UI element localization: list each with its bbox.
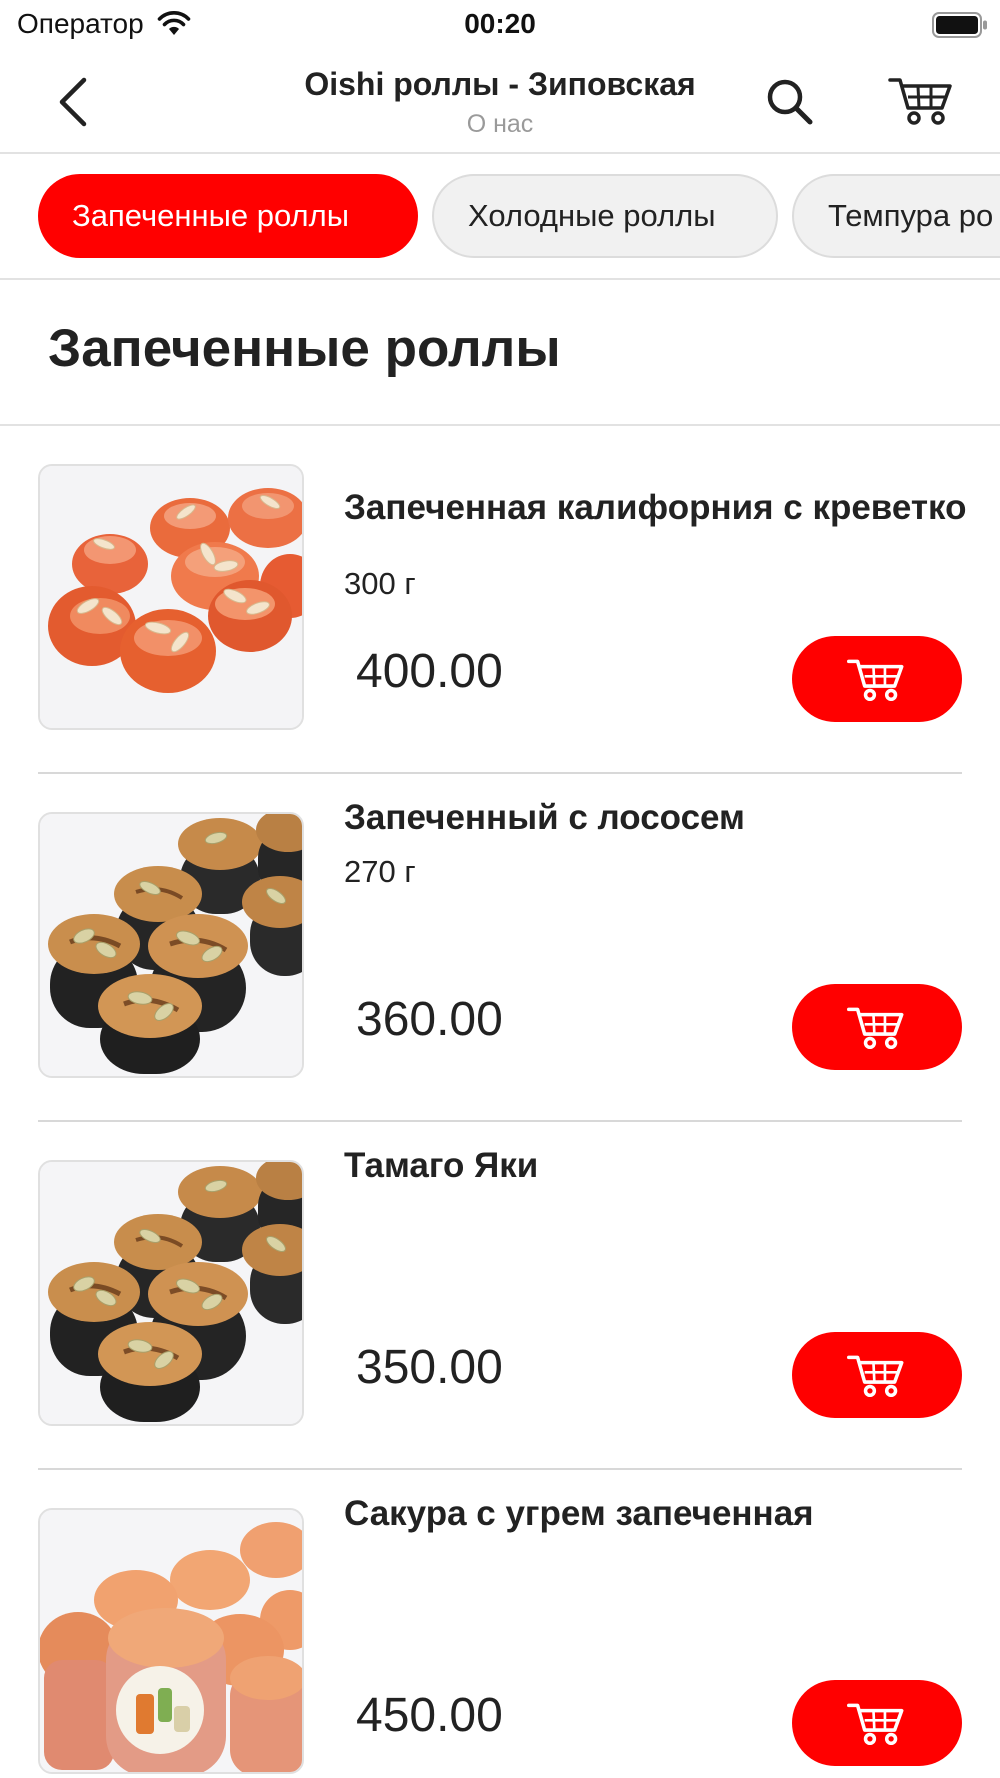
category-chip-tempura[interactable]: Темпура ро — [792, 174, 1000, 258]
product-image[interactable] — [38, 812, 304, 1078]
add-to-cart-button[interactable] — [792, 636, 962, 722]
product-name: Тамаго Яки — [344, 1146, 539, 1185]
product-image[interactable] — [38, 464, 304, 730]
product-item[interactable]: Сакура с угрем запеченная 450.00 — [0, 1470, 1000, 1778]
product-weight: 300 г — [344, 566, 416, 601]
product-price: 360.00 — [356, 993, 503, 1046]
about-link[interactable]: О нас — [0, 110, 1000, 139]
status-bar: Оператор 00:20 — [0, 0, 1000, 50]
cart-icon — [847, 659, 904, 702]
category-chip-cold[interactable]: Холодные роллы — [432, 174, 778, 258]
category-chip-baked[interactable]: Запеченные роллы — [38, 174, 418, 258]
cart-icon — [847, 1007, 904, 1050]
product-name: Запеченный с лососем — [344, 798, 745, 837]
navigation-bar: Oishi роллы - Зиповская О нас — [0, 50, 1000, 154]
add-to-cart-button[interactable] — [792, 1680, 962, 1766]
product-price: 400.00 — [356, 645, 503, 698]
cart-icon[interactable] — [888, 70, 956, 130]
section-title: Запеченные роллы — [48, 319, 561, 378]
page-title: Oishi роллы - Зиповская — [304, 66, 696, 102]
product-price: 450.00 — [356, 1689, 503, 1742]
product-name: Запеченная калифорния с креветко — [344, 488, 967, 527]
cart-icon — [847, 1355, 904, 1398]
category-chips: Запеченные роллы Холодные роллы Темпура … — [0, 156, 1000, 280]
product-price: 350.00 — [356, 1341, 503, 1394]
product-image[interactable] — [38, 1160, 304, 1426]
product-item[interactable]: Тамаго Яки 350.00 — [0, 1122, 1000, 1470]
battery-icon — [932, 12, 987, 38]
product-weight: 270 г — [344, 854, 416, 889]
add-to-cart-button[interactable] — [792, 1332, 962, 1418]
product-item[interactable]: Запеченный с лососем 270 г 360.00 — [0, 774, 1000, 1122]
search-icon[interactable] — [762, 74, 818, 130]
add-to-cart-button[interactable] — [792, 984, 962, 1070]
product-image[interactable] — [38, 1508, 304, 1774]
clock: 00:20 — [464, 8, 536, 39]
product-item[interactable]: Запеченная калифорния с креветко 300 г 4… — [0, 426, 1000, 774]
product-name: Сакура с угрем запеченная — [344, 1494, 814, 1533]
cart-icon — [847, 1703, 904, 1746]
